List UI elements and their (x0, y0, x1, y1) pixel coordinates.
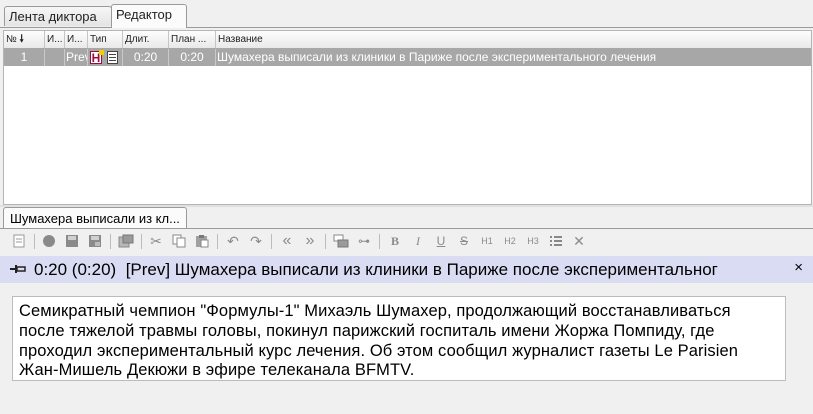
table-row[interactable]: 1 Prev H 0:20 0:20 Шумахера выписали из … (4, 49, 811, 66)
editor-toolbar: ✂ ↶ ↷ « » ⊶ B I U S H1 H2 H3 ✕ (6, 231, 806, 251)
save-as-icon[interactable] (87, 233, 103, 249)
col-header-i1[interactable]: И... (45, 31, 65, 48)
cell-num: 1 (4, 49, 45, 66)
cell-duration: 0:20 (123, 49, 169, 66)
paste-icon[interactable] (194, 233, 210, 249)
col-header-type[interactable]: Тип (88, 31, 123, 48)
save-icon[interactable] (64, 233, 80, 249)
cut-icon[interactable]: ✂ (148, 233, 164, 249)
redo-icon[interactable]: ↷ (248, 233, 264, 249)
record-icon[interactable] (41, 233, 57, 249)
italic-icon[interactable]: I (410, 233, 426, 249)
clear-format-icon[interactable]: ✕ (571, 233, 587, 249)
tab-divider-2 (0, 228, 813, 229)
close-icon[interactable]: × (794, 259, 803, 276)
underline-icon[interactable]: U (433, 233, 449, 249)
pin-icon[interactable]: ⊶ (356, 233, 372, 249)
h2-icon[interactable]: H2 (502, 233, 518, 249)
document-icon (107, 51, 118, 64)
vertical-scrollbar[interactable] (797, 285, 813, 414)
story-duration: 0:20 (0:20) (34, 260, 117, 279)
h3-icon[interactable]: H3 (525, 233, 541, 249)
col-header-title[interactable]: Название (216, 31, 811, 48)
cell-type: H (88, 49, 123, 66)
grid-header: № 🠗 И... И... Тип Длит. План ... Названи… (4, 31, 811, 49)
toolbar-separator (379, 234, 380, 249)
h1-icon[interactable]: H1 (479, 233, 495, 249)
type-marker-icon (99, 50, 104, 55)
cell-title: Шумахера выписали из клиники в Париже по… (217, 50, 657, 64)
col-header-duration[interactable]: Длит. (123, 31, 169, 48)
toolbar-separator (271, 234, 272, 249)
cell-source: Prev (65, 49, 88, 66)
toolbar-separator (325, 234, 326, 249)
strike-icon[interactable]: S (456, 233, 472, 249)
col-header-i2[interactable]: И... (65, 31, 88, 48)
insert-icon[interactable] (118, 233, 134, 249)
story-header-text: 0:20 (0:20) [Prev] Шумахера выписали из … (34, 259, 718, 281)
next-icon[interactable]: » (302, 232, 318, 249)
tab-redaktor[interactable]: Редактор (111, 4, 187, 28)
list-icon[interactable] (548, 233, 564, 249)
bold-icon[interactable]: B (387, 233, 403, 249)
story-title: [Prev] Шумахера выписали из клиники в Па… (125, 260, 718, 279)
pin-icon[interactable] (10, 263, 26, 277)
prev-icon[interactable]: « (279, 232, 295, 249)
tab-document[interactable]: Шумахера выписали из кл... (3, 207, 187, 229)
story-header-bar: 0:20 (0:20) [Prev] Шумахера выписали из … (0, 256, 813, 283)
rundown-grid[interactable]: № 🠗 И... И... Тип Длит. План ... Названи… (3, 30, 812, 205)
top-tab-strip: Лента диктора Редактор (0, 0, 813, 28)
timing-icon[interactable] (333, 233, 349, 249)
sort-desc-icon: 🠗 (19, 34, 24, 45)
col-header-plan[interactable]: План ... (169, 31, 216, 48)
toolbar-separator (34, 234, 35, 249)
cell-id (45, 49, 65, 66)
copy-icon[interactable] (171, 233, 187, 249)
tab-lenta-diktora[interactable]: Лента диктора (4, 6, 112, 26)
cell-plan: 0:20 (169, 49, 216, 66)
undo-icon[interactable]: ↶ (225, 233, 241, 249)
toolbar-separator (110, 234, 111, 249)
new-doc-icon[interactable] (11, 233, 27, 249)
toolbar-separator (141, 234, 142, 249)
col-header-num[interactable]: № 🠗 (4, 31, 45, 48)
story-text-editor[interactable]: Семикратный чемпион "Формулы-1" Михаэль … (12, 296, 786, 381)
toolbar-separator (217, 234, 218, 249)
